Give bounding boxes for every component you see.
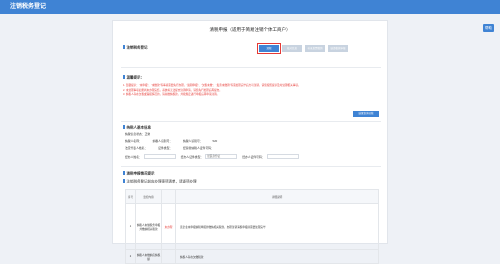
help-button[interactable]: 帮助	[483, 24, 494, 32]
notice-text: 1. 温馨提示：“未申报”、“未缴款”等事项需要先行办理，“逾期申报”、“欠税未…	[123, 84, 379, 98]
section-title-notice: 温馨提示：	[123, 75, 144, 81]
info-line-legal: 法定代表人姓名： 证件类型： 经营者纳税人证件号码：	[125, 146, 224, 150]
notice-item-1: 1. 温馨提示：“未申报”、“未缴款”等事项需要先行办理，“逾期申报”、“欠税未…	[123, 84, 301, 87]
section-marker-icon	[123, 75, 125, 79]
id-label: 纳税人识别号：	[182, 139, 203, 143]
section-label: 温馨提示：	[126, 75, 145, 80]
col-no: 序号	[125, 189, 136, 204]
app-header: 注销税务登记	[0, 0, 500, 14]
row-status[interactable]	[161, 249, 176, 264]
info-status-line: 纳税信息状态：正常	[125, 132, 151, 136]
id-value: 520	[212, 139, 218, 143]
row-detail: 纳税人存在欠缴税款	[175, 249, 379, 264]
section-label: 纳税人基本信息	[126, 125, 152, 130]
row-detail: 该企业未申报纳税申报并缴纳相关税款，办理注销清税申报前需要处理完毕	[175, 203, 379, 250]
col-status	[161, 189, 176, 204]
row-no: 2	[125, 249, 136, 264]
step-tab-4[interactable]: 结清税款申报	[328, 45, 348, 52]
agent-name-label: 经办人姓名：	[125, 154, 142, 159]
section-marker-icon	[123, 179, 125, 183]
table-row: 2 纳税人未缴纳应纳税额 纳税人存在欠缴税款	[125, 249, 379, 264]
row-no: 1	[125, 203, 136, 250]
section-subtitle-todo: 注销税务登记前应办理事项清单，请逐项办理	[123, 179, 197, 185]
row-content: 纳税人未做税务申报并缴纳相关税款	[135, 203, 162, 250]
notice-item-3: 3. 纳税人存在欠税或漏报情况的，请先缴纳税款，并按规定进行申报后再申请注销。	[123, 93, 220, 97]
taxpayer-name-label: 纳税人名称：	[125, 139, 142, 143]
step-tab-1[interactable]: 清税	[257, 43, 281, 54]
app-title: 注销税务登记	[10, 4, 47, 10]
divider	[121, 67, 381, 68]
cert-no-label: 经营者纳税人证件号码：	[182, 146, 214, 150]
step-tab-2[interactable]: 核对信息	[282, 45, 302, 52]
row-content: 纳税人未缴纳应纳税额	[135, 249, 162, 264]
section-title-taxpayer-info: 纳税人基本信息	[123, 125, 151, 131]
todo-table: 序号 监控内容 详细说明 1 纳税人未做税务申报并缴纳相关税款 未办理 该企业未…	[125, 189, 379, 264]
col-detail: 详细说明	[175, 189, 379, 204]
divider	[121, 166, 381, 167]
section-marker-icon	[123, 125, 125, 129]
agent-cert-type-select[interactable]: 居民身份证	[205, 154, 238, 159]
table-row: 1 纳税人未做税务申报并缴纳相关税款 未办理 该企业未申报纳税申报并缴纳相关税款…	[125, 203, 379, 250]
section-label: 清税申报情况提示	[126, 171, 155, 176]
section-marker-icon	[123, 45, 125, 49]
legal-label: 法定代表人姓名：	[125, 146, 148, 150]
page-title: 清税申报（适用于简易注销个体工商户）	[209, 27, 291, 32]
step-tab-3[interactable]: 补录发票缴销	[305, 45, 325, 52]
agent-cert-type-label: 经办人证件类型：	[180, 154, 204, 159]
credit-code-label: 纳税人识别号：	[152, 139, 173, 143]
cert-type-label: 证件类型：	[158, 146, 173, 150]
section-title-deregister: 注销税务登记	[123, 45, 148, 51]
section-label: 注销税务登记前应办理事项清单，请逐项办理	[126, 179, 197, 184]
col-content: 监控内容	[135, 189, 162, 204]
section-label: 注销税务登记	[126, 45, 148, 50]
section-title-check: 清税申报情况提示	[123, 171, 155, 177]
agent-form-row: 经办人姓名： 经办人证件类型： 居民身份证 经办人证件号码：	[125, 154, 304, 159]
result-query-button[interactable]: 结果查询功能	[353, 111, 379, 117]
row-status[interactable]: 未办理	[161, 203, 176, 250]
table-header-row: 序号 监控内容 详细说明	[125, 189, 379, 204]
main-panel: 清税申报（适用于简易注销个体工商户） 注销税务登记 清税 核对信息 补录发票缴销…	[112, 20, 388, 264]
divider	[121, 121, 381, 122]
agent-name-input[interactable]	[143, 154, 176, 159]
agent-cert-no-input[interactable]	[266, 154, 299, 159]
info-line-taxpayer: 纳税人名称： 纳税人识别号： 纳税人识别号： 520	[125, 139, 227, 143]
section-marker-icon	[123, 171, 125, 175]
step-tabs: 清税 核对信息 补录发票缴销 结清税款申报	[257, 43, 351, 54]
agent-cert-no-label: 经办人证件号码：	[242, 154, 265, 159]
